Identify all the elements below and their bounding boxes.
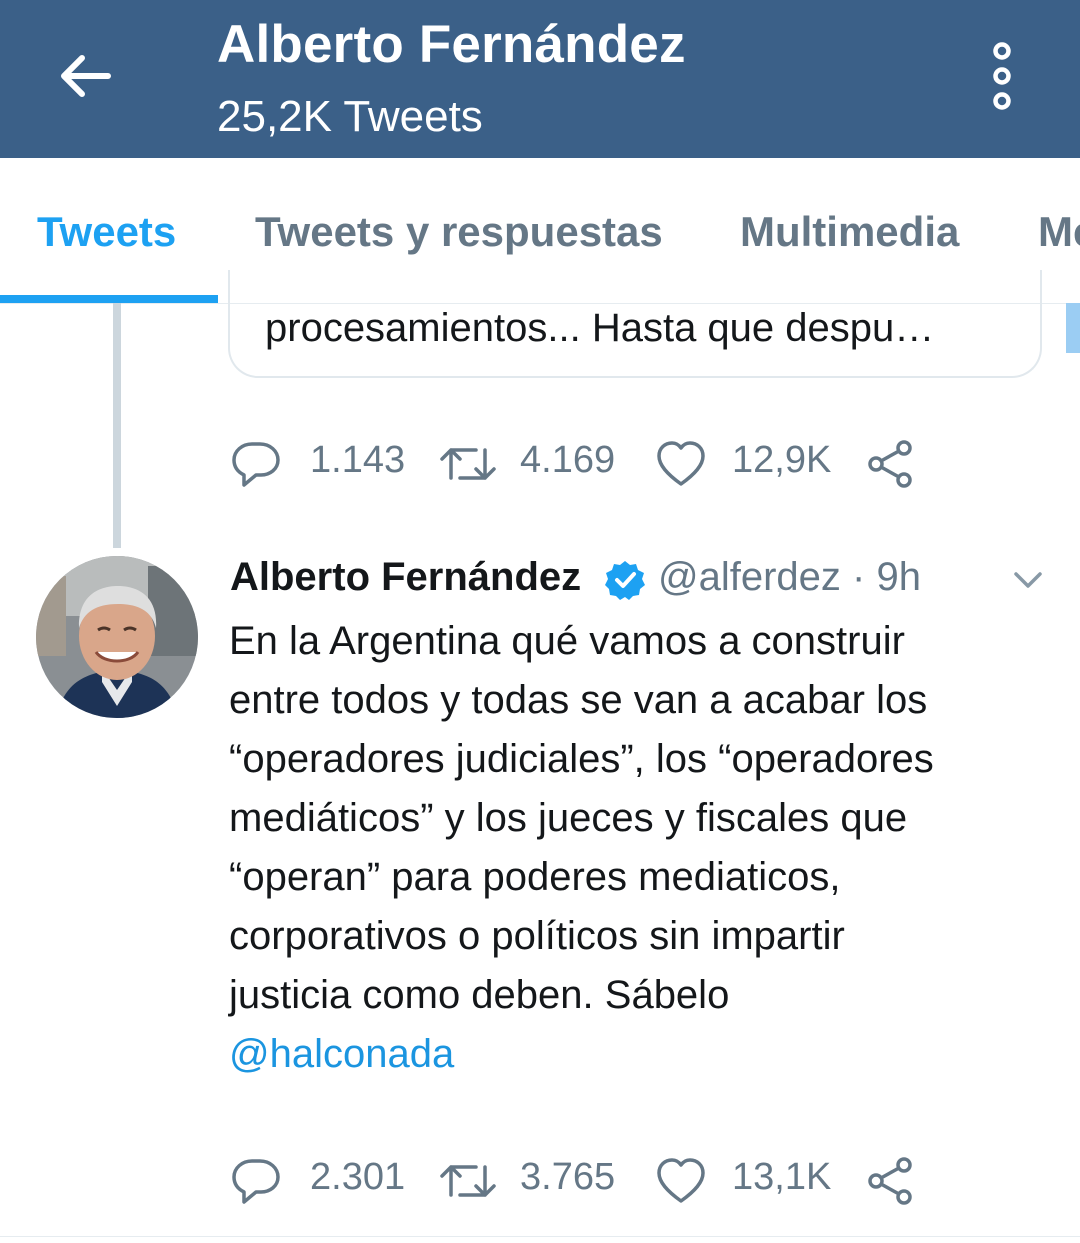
- retweet-icon: [440, 1165, 496, 1197]
- reply-icon: [232, 442, 280, 487]
- mention-link[interactable]: @halconada: [229, 1025, 1049, 1084]
- tweet-text-line: “operan” para poderes mediaticos,: [229, 855, 841, 899]
- arrow-left-icon: [61, 55, 111, 97]
- quoted-tweet-card[interactable]: procesamientos... Hasta que despu…: [228, 270, 1042, 378]
- more-options-button[interactable]: [986, 42, 1018, 110]
- tab-tweets[interactable]: Tweets: [37, 208, 176, 256]
- share-icon: [868, 1157, 912, 1205]
- avatar[interactable]: [36, 556, 198, 718]
- retweet-icon: [440, 448, 496, 480]
- tab-tweets-and-replies[interactable]: Tweets y respuestas: [255, 208, 663, 256]
- active-tab-indicator: [0, 295, 218, 303]
- scrollbar-thumb[interactable]: [1066, 303, 1080, 353]
- profile-name-title: Alberto Fernández: [217, 15, 686, 74]
- verified-badge-icon: [605, 561, 645, 600]
- heart-icon: [657, 441, 705, 486]
- reply-count: 1.143: [310, 439, 406, 481]
- profile-header: Alberto Fernández 25,2K Tweets: [0, 0, 1080, 158]
- tweet-actions: 2.301 3.765 13,1K: [230, 1151, 950, 1207]
- divider: [0, 1236, 1080, 1237]
- tab-media[interactable]: Multimedia: [740, 208, 959, 256]
- author-handle-time[interactable]: @alferdez · 9h: [658, 555, 921, 600]
- chevron-down-icon: [1014, 572, 1042, 588]
- back-button[interactable]: [52, 48, 116, 104]
- reply-icon: [232, 1159, 280, 1204]
- previous-tweet-actions: 1.143 4.169 12,9K: [230, 434, 950, 490]
- share-icon: [868, 440, 912, 488]
- tab-likes[interactable]: Me: [1038, 208, 1080, 256]
- tweet-text-line: justicia como deben. Sábelo: [229, 973, 730, 1017]
- tweet-text: En la Argentina qué vamos a construir en…: [229, 612, 1049, 1084]
- tweet-text-line: mediáticos” y los jueces y fiscales que: [229, 796, 908, 840]
- tweet-count: 25,2K Tweets: [217, 92, 483, 141]
- like-count: 12,9K: [732, 439, 832, 481]
- reply-count: 2.301: [310, 1156, 406, 1198]
- tweet-text-line: En la Argentina qué vamos a construir: [229, 619, 905, 663]
- avatar-photo: [36, 556, 198, 718]
- thread-connector-line: [113, 303, 121, 548]
- retweet-count: 4.169: [520, 439, 616, 481]
- tweet-text-line: “operadores judiciales”, los “operadores: [229, 737, 934, 781]
- more-vertical-icon: [993, 42, 1011, 110]
- retweet-count: 3.765: [520, 1156, 616, 1198]
- author-name[interactable]: Alberto Fernández: [230, 555, 581, 600]
- quoted-tweet-text: procesamientos... Hasta que despu…: [265, 306, 935, 350]
- like-count: 13,1K: [732, 1156, 832, 1198]
- heart-icon: [657, 1158, 705, 1203]
- tweet-text-line: corporativos o políticos sin impartir: [229, 914, 845, 958]
- tweet-menu-button[interactable]: [1008, 562, 1048, 596]
- tweet-text-line: entre todos y todas se van a acabar los: [229, 678, 928, 722]
